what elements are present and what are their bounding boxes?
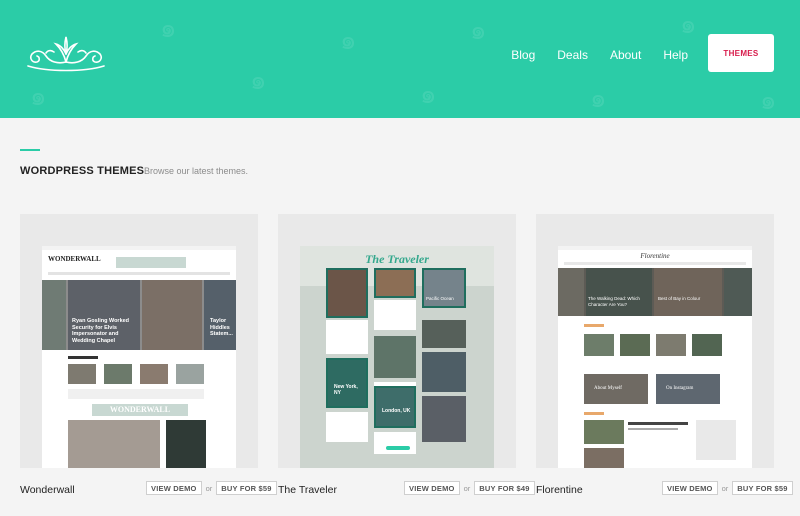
swirl-decoration-icon: ๑ — [680, 10, 697, 40]
theme-preview-image: Florentine The Walking Dead: Which Chara… — [558, 246, 752, 468]
logo-icon[interactable] — [18, 32, 114, 74]
swirl-decoration-icon: ๑ — [160, 14, 177, 44]
preview-logo: Florentine — [640, 252, 670, 260]
theme-card-florentine[interactable]: Florentine The Walking Dead: Which Chara… — [536, 214, 774, 468]
theme-title[interactable]: The Traveler — [278, 484, 337, 496]
view-demo-button[interactable]: VIEW DEMO — [146, 481, 202, 495]
theme-card-wonderwall[interactable]: WONDERWALL Ryan Gosling Worked Security … — [20, 214, 258, 468]
preview-tile-label: New York, NY — [334, 384, 358, 396]
swirl-decoration-icon: ๑ — [420, 80, 437, 110]
theme-actions: VIEW DEMO or BUY FOR $59 — [662, 481, 793, 495]
section-accent-divider — [20, 149, 40, 151]
preview-tile-label: London, UK — [382, 408, 411, 414]
theme-actions: VIEW DEMO or BUY FOR $59 — [146, 481, 277, 495]
main-nav: Blog Deals About Help — [511, 48, 688, 62]
section-subtitle: Browse our latest themes. — [144, 166, 249, 176]
theme-preview-image: The Traveler Pacific Ocean New York, NY … — [300, 246, 494, 468]
theme-preview-image: WONDERWALL Ryan Gosling Worked Security … — [42, 246, 236, 468]
nav-about-link[interactable]: About — [610, 48, 641, 62]
preview-headline: Best of Bay in Colour — [658, 296, 701, 301]
preview-side-headline: Taylor Hiddles Statem... — [210, 318, 233, 337]
preview-logo: The Traveler — [365, 252, 429, 266]
swirl-decoration-icon: ๑ — [340, 26, 357, 56]
buy-button[interactable]: BUY FOR $59 — [216, 481, 277, 495]
section-title: WORDPRESS THEMES — [20, 165, 145, 177]
swirl-decoration-icon: ๑ — [760, 86, 777, 116]
view-demo-button[interactable]: VIEW DEMO — [404, 481, 460, 495]
nav-help-link[interactable]: Help — [663, 48, 688, 62]
themes-button[interactable]: THEMES — [708, 34, 774, 72]
theme-actions: VIEW DEMO or BUY FOR $49 — [404, 481, 535, 495]
swirl-decoration-icon: ๑ — [30, 82, 47, 112]
or-label: or — [205, 483, 213, 493]
nav-blog-link[interactable]: Blog — [511, 48, 535, 62]
preview-logo: WONDERWALL — [48, 255, 101, 263]
preview-headline: The Walking Dead: Which Character Are Yo… — [588, 296, 640, 307]
nav-deals-link[interactable]: Deals — [557, 48, 588, 62]
swirl-decoration-icon: ๑ — [590, 84, 607, 114]
buy-button[interactable]: BUY FOR $59 — [732, 481, 793, 495]
or-label: or — [721, 483, 729, 493]
site-header: ๑ ๑ ๑ ๑ ๑ ๑ ๑ ๑ ๑ Blog Deals About Help … — [0, 0, 800, 118]
theme-card-the-traveler[interactable]: The Traveler Pacific Ocean New York, NY … — [278, 214, 516, 468]
theme-title[interactable]: Wonderwall — [20, 484, 75, 496]
view-demo-button[interactable]: VIEW DEMO — [662, 481, 718, 495]
swirl-decoration-icon: ๑ — [470, 16, 487, 46]
preview-banner: WONDERWALL — [92, 404, 188, 416]
or-label: or — [463, 483, 471, 493]
swirl-decoration-icon: ๑ — [250, 66, 267, 96]
buy-button[interactable]: BUY FOR $49 — [474, 481, 535, 495]
preview-tile-label: Pacific Ocean — [426, 296, 454, 301]
preview-tag: On Instagram — [666, 386, 694, 391]
preview-tag: About Myself — [594, 386, 622, 391]
preview-headline: Ryan Gosling Worked Security for Elvis I… — [72, 318, 130, 344]
theme-title[interactable]: Florentine — [536, 484, 583, 496]
